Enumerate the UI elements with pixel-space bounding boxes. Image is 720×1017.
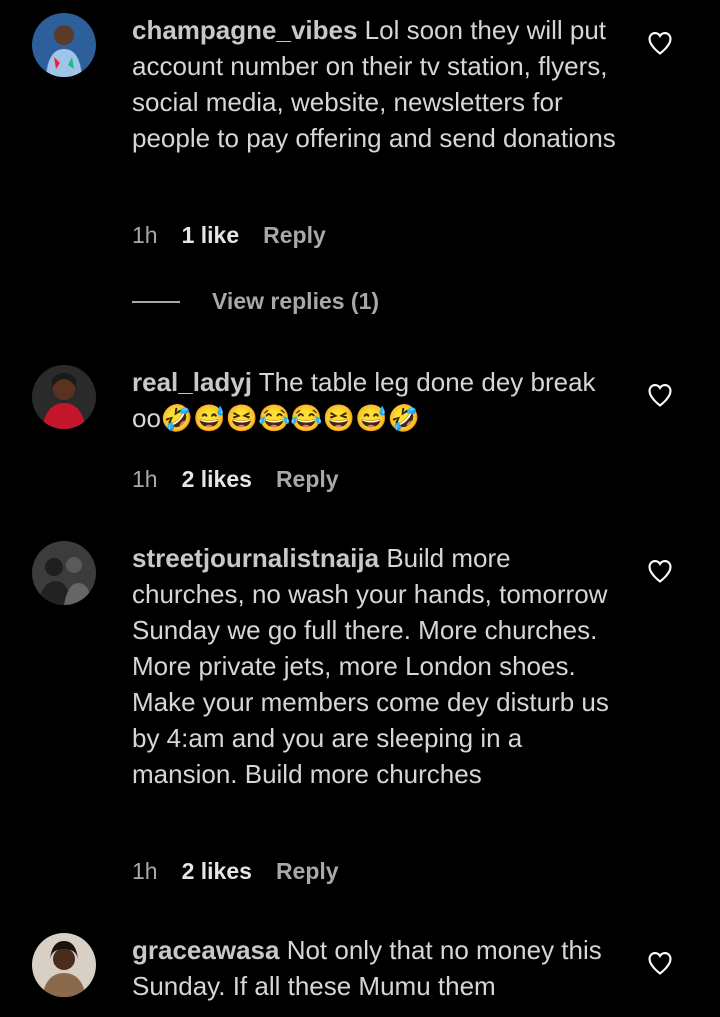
heart-icon[interactable]	[646, 29, 674, 57]
comment-body: streetjournalistnaija Build more churche…	[132, 540, 622, 792]
comment-meta: 1h 2 likes Reply	[132, 858, 339, 885]
reply-button[interactable]: Reply	[276, 858, 339, 885]
heart-icon[interactable]	[646, 557, 674, 585]
like-count[interactable]: 1 like	[182, 222, 240, 249]
avatar[interactable]	[32, 933, 96, 997]
reply-button[interactable]: Reply	[263, 222, 326, 249]
comment-body: champagne_vibes Lol soon they will put a…	[132, 12, 622, 156]
comment-body: graceawasa Not only that no money this S…	[132, 932, 622, 1004]
timestamp: 1h	[132, 222, 158, 248]
username[interactable]: champagne_vibes	[132, 15, 357, 45]
comment-body: real_ladyj The table leg done dey break …	[132, 364, 622, 436]
like-count[interactable]: 2 likes	[182, 466, 252, 493]
avatar[interactable]	[32, 541, 96, 605]
view-replies-label[interactable]: View replies (1)	[212, 288, 379, 315]
timestamp: 1h	[132, 858, 158, 884]
comment-meta: 1h 2 likes Reply	[132, 466, 339, 493]
divider	[132, 300, 180, 303]
comment-meta: 1h 1 like Reply	[132, 222, 326, 249]
comment-text: Build more churches, no wash your hands,…	[132, 543, 609, 789]
username[interactable]: graceawasa	[132, 935, 279, 965]
avatar[interactable]	[32, 365, 96, 429]
heart-icon[interactable]	[646, 381, 674, 409]
heart-icon[interactable]	[646, 949, 674, 977]
username[interactable]: real_ladyj	[132, 367, 252, 397]
reply-button[interactable]: Reply	[276, 466, 339, 493]
username[interactable]: streetjournalistnaija	[132, 543, 379, 573]
view-replies-button[interactable]: View replies (1)	[132, 288, 379, 315]
avatar[interactable]	[32, 13, 96, 77]
timestamp: 1h	[132, 466, 158, 492]
like-count[interactable]: 2 likes	[182, 858, 252, 885]
